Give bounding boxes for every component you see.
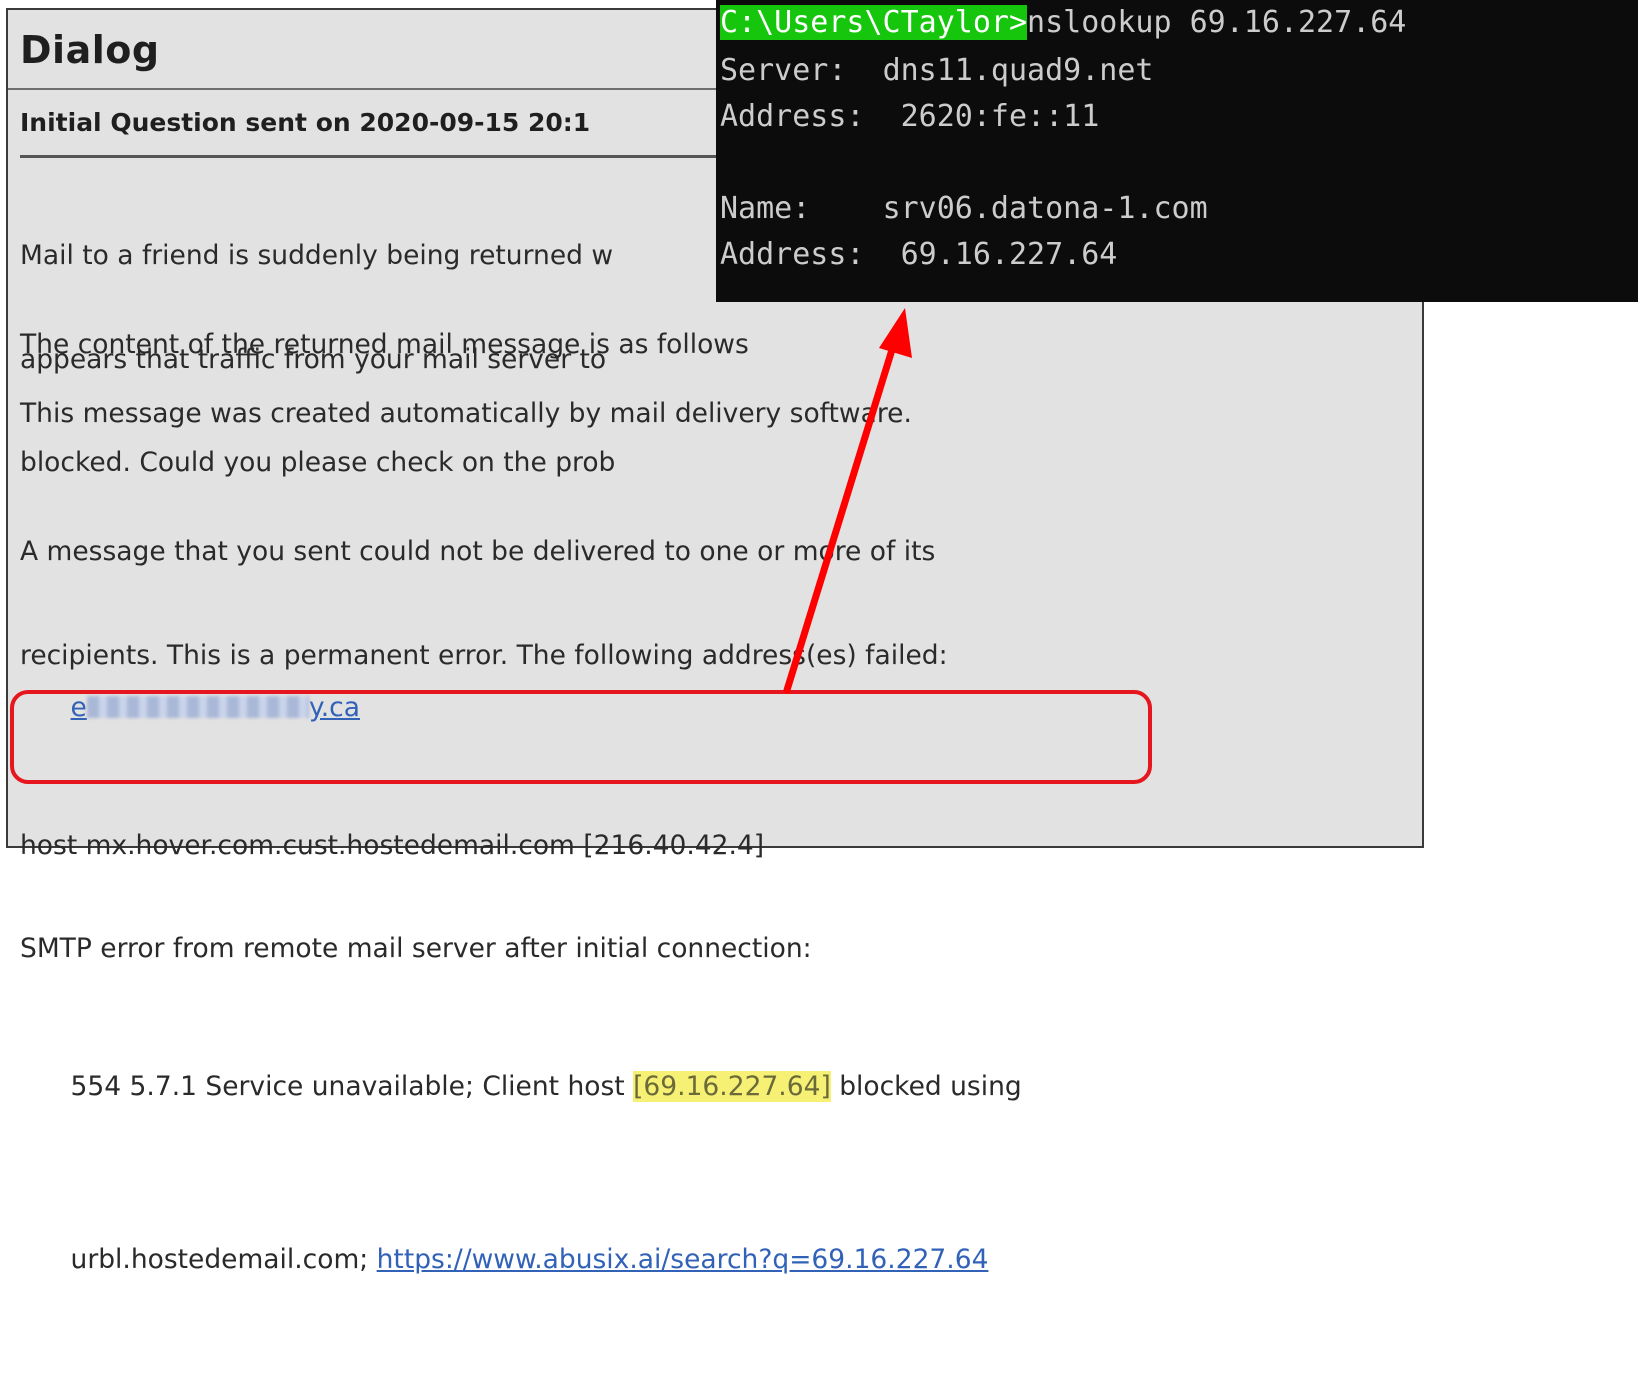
blocked-ip-highlight: [69.16.227.64] [633,1071,831,1102]
message-paragraph-3: This message was created automatically b… [20,398,912,429]
terminal-name-line: Name: srv06.datona-1.com [720,186,1208,232]
address-label: Address: [720,237,901,272]
dialog-title: Dialog [20,28,160,72]
terminal-prompt: C:\Users\CTaylor> [720,5,1028,40]
question-heading: Initial Question sent on 2020-09-15 20:1 [20,108,591,137]
terminal-server-line: Server: dns11.quad9.net [720,48,1154,94]
address-label: Address: [720,99,901,134]
name-label: Name: [720,191,883,226]
error-text-end: blocked using [830,1071,1022,1102]
server-label: Server: [720,53,883,88]
message-paragraph-2: The content of the returned mail message… [20,329,749,360]
host-line: host mx.hover.com.cust.hostedemail.com [… [20,829,765,861]
rbl-line: urbl.hostedemail.com; https://www.abusix… [20,1208,1410,1312]
error-text: 554 5.7.1 Service unavailable; Client ho… [70,1071,634,1102]
terminal-window: C:\Users\CTaylor>nslookup 69.16.227.64 S… [716,0,1638,302]
error-highlight-box [10,690,1152,784]
smtp-error-line: SMTP error from remote mail server after… [20,933,812,964]
terminal-address-line-2: Address: 69.16.227.64 [720,232,1117,278]
server-value: dns11.quad9.net [882,53,1154,88]
error-code-line: 554 5.7.1 Service unavailable; Client ho… [20,1036,1410,1140]
terminal-command-line: C:\Users\CTaylor>nslookup 69.16.227.64 [720,0,1406,46]
address-value: 2620:fe::11 [900,99,1100,134]
rbl-text: urbl.hostedemail.com; [70,1243,377,1275]
terminal-address-line-1: Address: 2620:fe::11 [720,94,1099,140]
name-value: srv06.datona-1.com [882,191,1208,226]
address-value: 69.16.227.64 [900,237,1118,272]
abusix-search-link[interactable]: https://www.abusix.ai/search?q=69.16.227… [377,1244,989,1275]
message-line: A message that you sent could not be del… [20,536,936,567]
terminal-command: nslookup 69.16.227.64 [1027,5,1407,40]
